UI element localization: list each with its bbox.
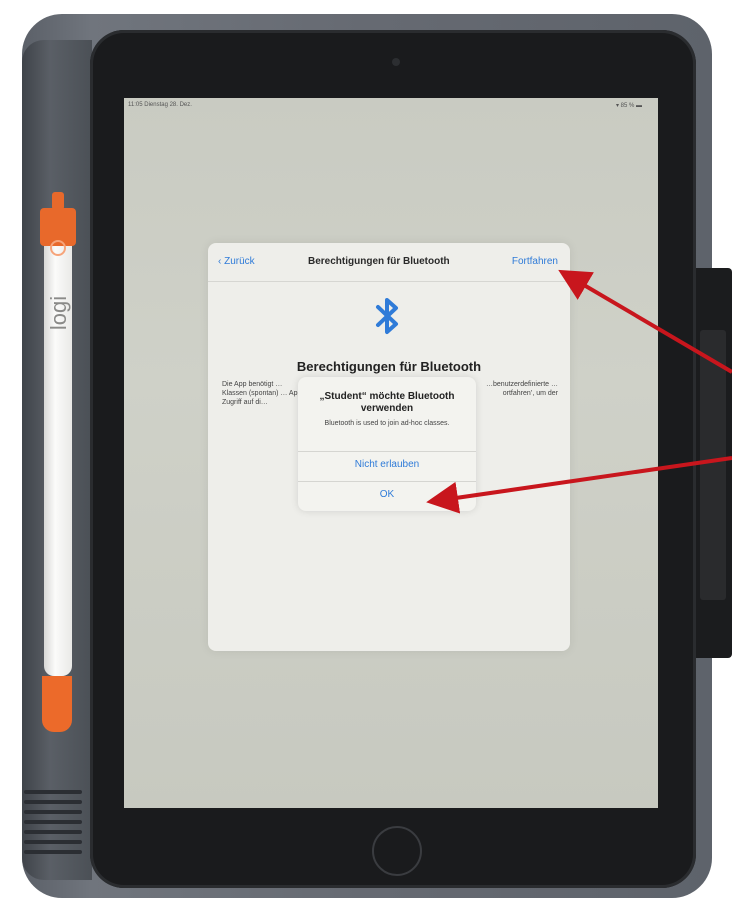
arrow-to-continue-icon (558, 269, 732, 374)
annotation-arrows (426, 269, 732, 514)
arrow-to-ok-icon (426, 456, 732, 514)
